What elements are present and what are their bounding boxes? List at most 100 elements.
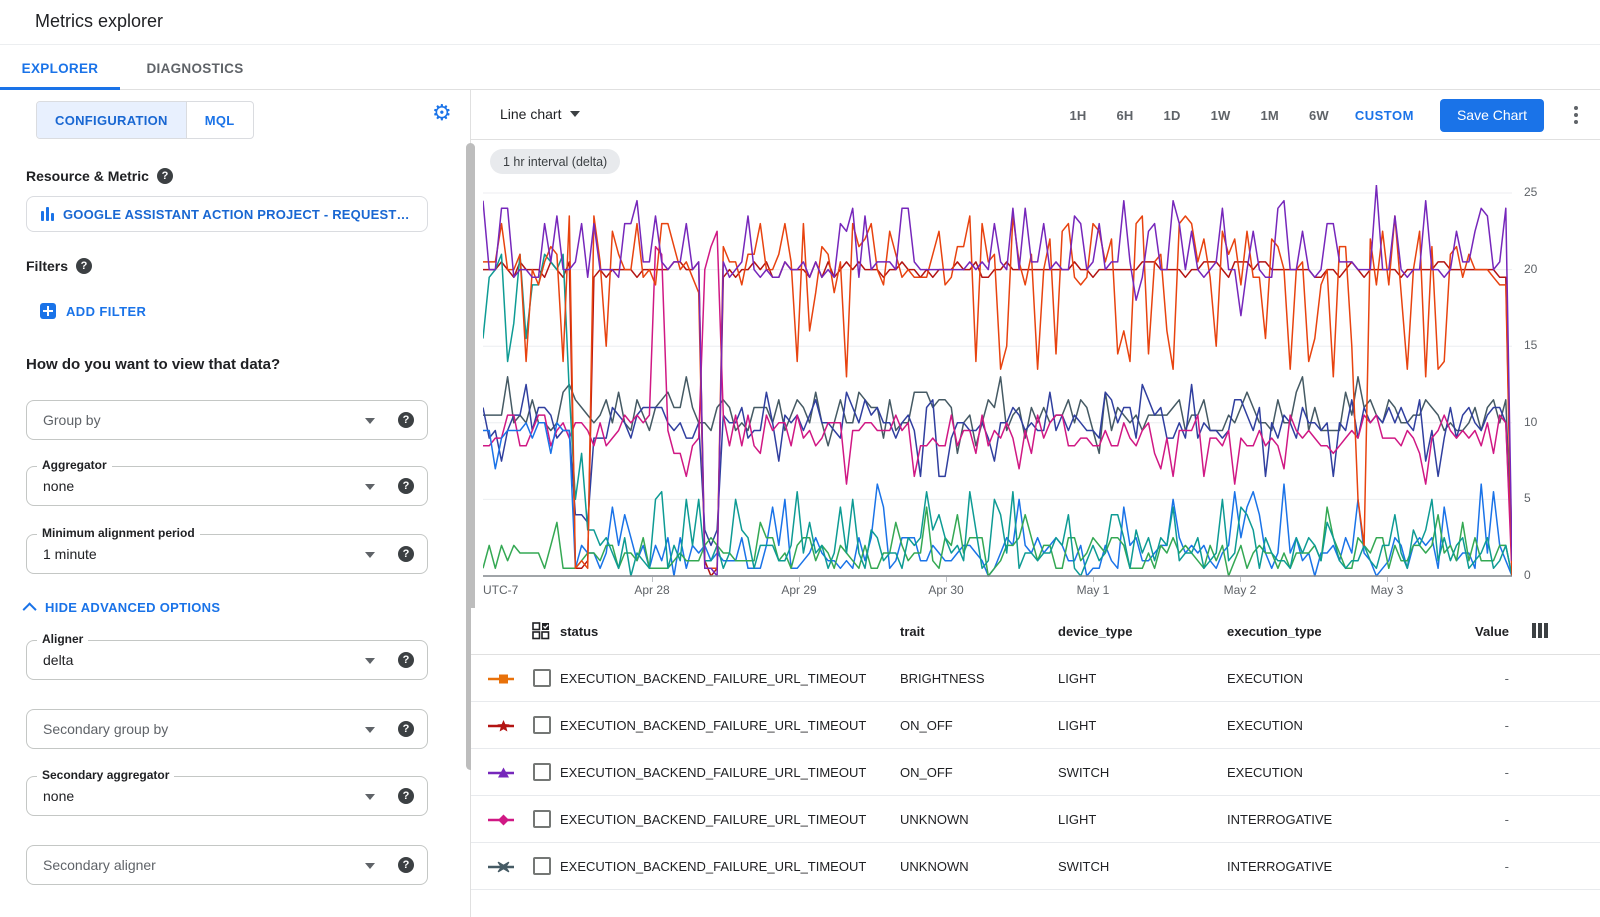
- time-range-custom[interactable]: CUSTOM: [1355, 108, 1414, 123]
- cell-execution-type: EXECUTION: [1227, 718, 1303, 733]
- cell-trait: ON_OFF: [900, 765, 953, 780]
- y-tick-label: 20: [1524, 262, 1537, 276]
- series-checkbox[interactable]: [533, 810, 551, 828]
- aggregator-select[interactable]: Aggregator none: [26, 466, 428, 506]
- chevron-down-icon: [365, 552, 375, 558]
- page-title: Metrics explorer: [35, 11, 163, 32]
- series-table-row[interactable]: EXECUTION_BACKEND_FAILURE_URL_TIMEOUT ON_…: [471, 702, 1600, 749]
- chevron-down-icon: [365, 484, 375, 490]
- help-icon[interactable]: [157, 168, 173, 184]
- settings-gear-icon[interactable]: ⚙: [432, 102, 452, 124]
- time-range-6w[interactable]: 6W: [1309, 108, 1329, 123]
- x-tick-mark: [1387, 577, 1388, 582]
- min-alignment-period-select[interactable]: Minimum alignment period 1 minute: [26, 534, 428, 574]
- x-axis-timezone-label: UTC-7: [483, 583, 518, 597]
- secondary-aggregator-select[interactable]: Secondary aggregator none: [26, 776, 428, 816]
- tab-bar: EXPLORER DIAGNOSTICS: [0, 46, 1600, 90]
- cell-device-type: LIGHT: [1058, 671, 1096, 686]
- select-all-series-icon[interactable]: [532, 622, 550, 645]
- time-range-1d[interactable]: 1D: [1164, 108, 1181, 123]
- tab-explorer[interactable]: EXPLORER: [0, 46, 120, 90]
- series-table-header: status trait device_type execution_type …: [471, 608, 1600, 655]
- help-icon[interactable]: [398, 857, 414, 873]
- time-range-1w[interactable]: 1W: [1211, 108, 1231, 123]
- interval-chip: 1 hr interval (delta): [490, 149, 620, 174]
- x-tick-mark: [946, 577, 947, 582]
- time-range-1m[interactable]: 1M: [1260, 108, 1278, 123]
- cell-status: EXECUTION_BACKEND_FAILURE_URL_TIMEOUT: [560, 671, 866, 686]
- add-filter-button[interactable]: ADD FILTER: [40, 303, 146, 319]
- cell-device-type: LIGHT: [1058, 718, 1096, 733]
- series-table-row-partial[interactable]: [471, 890, 1600, 917]
- y-tick-label: 25: [1524, 185, 1537, 199]
- x-tick-mark: [652, 577, 653, 582]
- toggle-configuration[interactable]: CONFIGURATION: [37, 102, 186, 138]
- x-tick-mark: [799, 577, 800, 582]
- chevron-up-icon: [23, 602, 37, 616]
- x-tick-mark: [1093, 577, 1094, 582]
- column-settings-icon[interactable]: [1532, 623, 1548, 638]
- series-marker-diamond-icon: [488, 813, 516, 832]
- x-tick-mark: [1240, 577, 1241, 582]
- aligner-select[interactable]: Aligner delta: [26, 640, 428, 680]
- cell-execution-type: EXECUTION: [1227, 765, 1303, 780]
- help-icon[interactable]: [76, 258, 92, 274]
- y-tick-label: 0: [1524, 568, 1531, 582]
- more-options-icon[interactable]: [1570, 102, 1582, 128]
- cell-status: EXECUTION_BACKEND_FAILURE_URL_TIMEOUT: [560, 812, 866, 827]
- metrics-explorer-page: Metrics explorer EXPLORER DIAGNOSTICS CO…: [0, 0, 1600, 917]
- col-header-value[interactable]: Value: [1475, 624, 1509, 639]
- col-header-execution-type[interactable]: execution_type: [1227, 624, 1322, 639]
- help-icon[interactable]: [398, 478, 414, 494]
- series-checkbox[interactable]: [533, 669, 551, 687]
- help-icon[interactable]: [398, 788, 414, 804]
- bar-chart-icon: [41, 207, 54, 221]
- resource-metric-button[interactable]: GOOGLE ASSISTANT ACTION PROJECT - REQUES…: [26, 196, 428, 232]
- y-tick-label: 10: [1524, 415, 1537, 429]
- cell-trait: BRIGHTNESS: [900, 671, 985, 686]
- toggle-mql[interactable]: MQL: [186, 102, 253, 138]
- line-chart-plot[interactable]: [483, 185, 1512, 577]
- cell-trait: ON_OFF: [900, 718, 953, 733]
- col-header-device-type[interactable]: device_type: [1058, 624, 1132, 639]
- series-checkbox[interactable]: [533, 857, 551, 875]
- group-by-select[interactable]: Group by: [26, 400, 428, 440]
- series-table-body: EXECUTION_BACKEND_FAILURE_URL_TIMEOUT BRI…: [471, 655, 1600, 917]
- save-chart-button[interactable]: Save Chart: [1440, 99, 1544, 132]
- cell-device-type: SWITCH: [1058, 859, 1109, 874]
- line-chart-svg: [483, 185, 1512, 577]
- config-mql-toggle: CONFIGURATION MQL: [36, 101, 254, 139]
- series-table-row[interactable]: EXECUTION_BACKEND_FAILURE_URL_TIMEOUT BRI…: [471, 655, 1600, 702]
- filters-label: Filters: [26, 258, 92, 274]
- app-header: Metrics explorer: [0, 0, 1600, 45]
- series-marker-triangle-icon: [488, 766, 516, 785]
- series-table-row[interactable]: EXECUTION_BACKEND_FAILURE_URL_TIMEOUT UNK…: [471, 796, 1600, 843]
- help-icon[interactable]: [398, 546, 414, 562]
- chart-type-dropdown[interactable]: Line chart: [500, 106, 580, 122]
- y-tick-label: 5: [1524, 491, 1531, 505]
- x-tick-label: Apr 29: [779, 583, 819, 597]
- help-icon[interactable]: [398, 652, 414, 668]
- col-header-status[interactable]: status: [560, 624, 598, 639]
- series-checkbox[interactable]: [533, 763, 551, 781]
- hide-advanced-options-toggle[interactable]: HIDE ADVANCED OPTIONS: [26, 600, 220, 615]
- help-icon[interactable]: [398, 412, 414, 428]
- time-range-6h[interactable]: 6H: [1117, 108, 1134, 123]
- series-checkbox[interactable]: [533, 716, 551, 734]
- tab-diagnostics[interactable]: DIAGNOSTICS: [120, 46, 270, 90]
- secondary-aligner-select[interactable]: Secondary aligner: [26, 845, 428, 885]
- series-table-row[interactable]: EXECUTION_BACKEND_FAILURE_URL_TIMEOUTON_…: [471, 749, 1600, 796]
- secondary-group-by-select[interactable]: Secondary group by: [26, 709, 428, 749]
- view-data-question: How do you want to view that data?: [26, 356, 280, 373]
- series-table-row[interactable]: EXECUTION_BACKEND_FAILURE_URL_TIMEOUTUNK…: [471, 843, 1600, 890]
- cell-execution-type: EXECUTION: [1227, 671, 1303, 686]
- cell-value: -: [1505, 765, 1509, 780]
- x-tick-label: May 1: [1073, 583, 1113, 597]
- time-range-1h[interactable]: 1H: [1069, 108, 1086, 123]
- cell-status: EXECUTION_BACKEND_FAILURE_URL_TIMEOUT: [560, 718, 866, 733]
- col-header-trait[interactable]: trait: [900, 624, 925, 639]
- help-icon[interactable]: [398, 721, 414, 737]
- cell-trait: UNKNOWN: [900, 812, 969, 827]
- x-tick-label: Apr 30: [926, 583, 966, 597]
- x-tick-label: May 2: [1220, 583, 1260, 597]
